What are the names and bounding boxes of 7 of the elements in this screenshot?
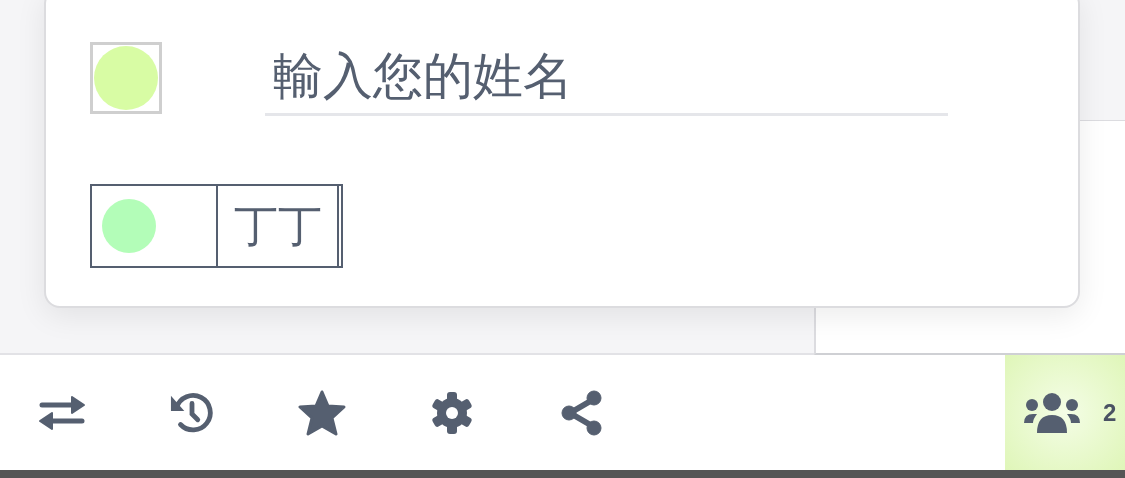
player-name: 丁丁 [218,186,339,266]
settings-icon [430,390,474,435]
share-icon [561,389,603,436]
star-icon [298,389,346,436]
swap-arrows-icon [38,394,86,431]
users-button[interactable]: 2 [1005,355,1125,470]
group-icon [1023,392,1081,433]
